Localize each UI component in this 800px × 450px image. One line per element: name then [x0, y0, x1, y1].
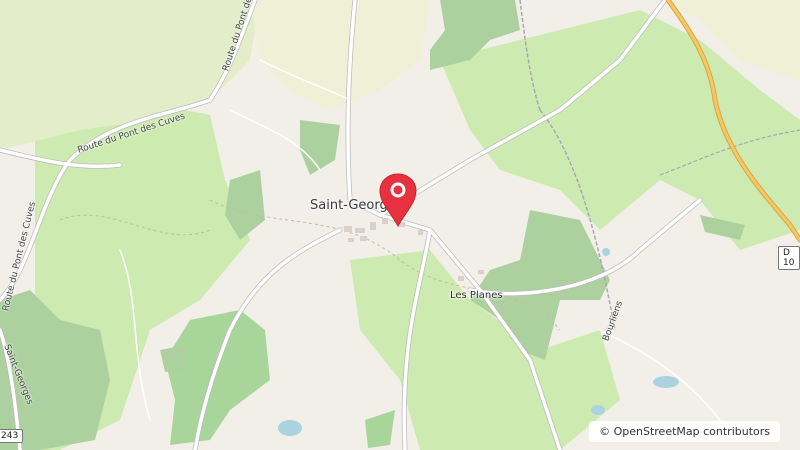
map-pin-icon[interactable] [378, 172, 418, 228]
road-shield-243: 243 [0, 429, 24, 443]
road-shield-d10: D 10 [778, 246, 800, 270]
map-canvas[interactable]: Route du Pont des Cuves Route du Pont de… [0, 0, 800, 450]
place-label-hamlet: Les Planes [450, 290, 503, 301]
attribution-text: © OpenStreetMap contributors [599, 425, 770, 438]
map-attribution[interactable]: © OpenStreetMap contributors [589, 421, 780, 442]
